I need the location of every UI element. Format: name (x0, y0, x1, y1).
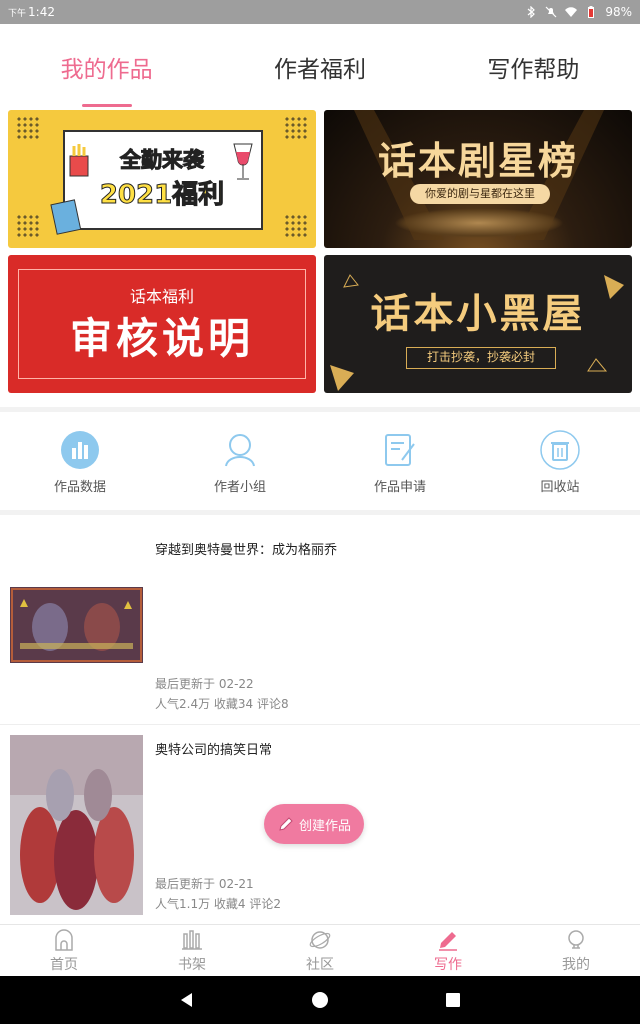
stage-decoration (394, 208, 564, 238)
pencil-icon (279, 817, 293, 831)
menu-label: 作品申请 (373, 479, 426, 495)
banner-star-ranking-title: 话本剧星榜 (377, 139, 578, 183)
banner-review-title: 审核说明 (69, 314, 254, 363)
battery-level: 98% (605, 5, 632, 19)
home-circle-icon[interactable] (311, 991, 329, 1009)
dots-decoration (284, 214, 308, 238)
status-bar: 下午 1:42 98% (0, 0, 640, 24)
work-updated: 最后更新于 02-21 (155, 877, 254, 891)
menu-label: 作品数据 (53, 479, 106, 495)
banner-blacklist-subtitle: 打击抄袭，抄袭必封 (406, 347, 556, 369)
nav-label: 首页 (50, 956, 78, 973)
create-work-label: 创建作品 (298, 818, 351, 834)
battery-icon (588, 6, 595, 18)
menu-work-data[interactable]: 作品数据 (0, 414, 160, 510)
planet-icon (309, 930, 331, 949)
mute-icon (545, 6, 557, 18)
tab-my-works[interactable]: 我的作品 (0, 24, 213, 110)
section-divider (0, 510, 640, 515)
recents-icon[interactable] (444, 991, 462, 1009)
tab-author-benefits[interactable]: 作者福利 (213, 24, 426, 110)
banner-review-small: 话本福利 (129, 287, 194, 306)
banner-attendance[interactable]: 全勤来袭 2021福利 (8, 110, 316, 248)
banner-grid: 全勤来袭 2021福利 话本剧星榜 你爱的剧与星都在这里 话本福利 审核说明 话… (8, 110, 632, 393)
nav-profile[interactable]: 我的 (512, 925, 640, 976)
wifi-icon (565, 7, 578, 18)
status-ampm: 下午 (8, 9, 27, 19)
banner-attendance-line1: 全勤来袭 (120, 148, 205, 173)
quick-menu: 作品数据 作者小组 作品申请 回收站 (0, 414, 640, 510)
banner-blacklist[interactable]: 话本小黑屋 打击抄袭，抄袭必封 (324, 255, 632, 393)
edit-document-icon (385, 433, 415, 466)
work-updated: 最后更新于 02-22 (155, 677, 254, 691)
back-icon[interactable] (178, 991, 196, 1009)
banner-review-guide[interactable]: 话本福利 审核说明 (8, 255, 316, 393)
nav-label: 写作 (434, 956, 462, 973)
menu-recycle-bin[interactable]: 回收站 (480, 414, 640, 510)
banner-blacklist-title: 话本小黑屋 (370, 291, 586, 337)
bluetooth-icon (527, 6, 536, 18)
banner-star-ranking-subtitle: 你爱的剧与星都在这里 (410, 184, 550, 204)
work-title[interactable]: 奥特公司的搞笑日常 (155, 739, 272, 758)
status-right: 98% (525, 5, 632, 19)
dots-decoration (16, 214, 40, 238)
tab-writing-help[interactable]: 写作帮助 (427, 24, 640, 110)
home-icon (55, 928, 73, 951)
status-clock: 1:42 (28, 5, 55, 19)
nav-label: 书架 (178, 956, 206, 973)
trash-icon (540, 429, 580, 470)
bottom-nav: 首页 书架 社区 写作 我的 (0, 924, 640, 976)
work-stats: 人气2.4万 收藏34 评论8 (155, 697, 289, 711)
create-work-button[interactable]: 创建作品 (264, 804, 364, 844)
work-title[interactable]: 穿越到奥特曼世界：成为格丽乔 (155, 539, 337, 558)
system-nav-bar (0, 976, 640, 1024)
banner-star-ranking[interactable]: 话本剧星榜 你爱的剧与星都在这里 (324, 110, 632, 248)
nav-label: 我的 (562, 956, 590, 973)
pen-icon (439, 931, 457, 951)
work-cover-image[interactable] (10, 735, 143, 915)
menu-label: 作者小组 (213, 479, 266, 495)
nav-home[interactable]: 首页 (0, 925, 128, 976)
banner-attendance-line2: 2021福利 (99, 180, 225, 211)
status-time: 下午 1:42 (8, 5, 55, 19)
bar-chart-icon (61, 430, 99, 469)
work-item[interactable]: 穿越到奥特曼世界：成为格丽乔 最后更新于 02-22 人气2.4万 收藏34 评… (0, 525, 640, 725)
top-tabs: 我的作品 作者福利 写作帮助 (0, 24, 640, 110)
nav-bookshelf[interactable]: 书架 (128, 925, 256, 976)
profile-icon (568, 929, 584, 949)
work-cover-image[interactable] (10, 587, 143, 663)
dots-decoration (16, 116, 40, 140)
menu-author-group[interactable]: 作者小组 (160, 414, 320, 510)
nav-community[interactable]: 社区 (256, 925, 384, 976)
menu-label: 回收站 (540, 479, 580, 495)
work-stats: 人气1.1万 收藏4 评论2 (155, 897, 281, 911)
nav-write[interactable]: 写作 (384, 925, 512, 976)
bookshelf-icon (182, 929, 202, 950)
group-icon (225, 433, 255, 466)
section-divider (0, 407, 640, 412)
menu-work-apply[interactable]: 作品申请 (320, 414, 480, 510)
nav-label: 社区 (306, 956, 334, 973)
app-root: 下午 1:42 98% 我的作品 作者福利 写作帮助 全勤来袭 2021福利 话… (0, 0, 640, 1024)
dots-decoration (284, 116, 308, 140)
